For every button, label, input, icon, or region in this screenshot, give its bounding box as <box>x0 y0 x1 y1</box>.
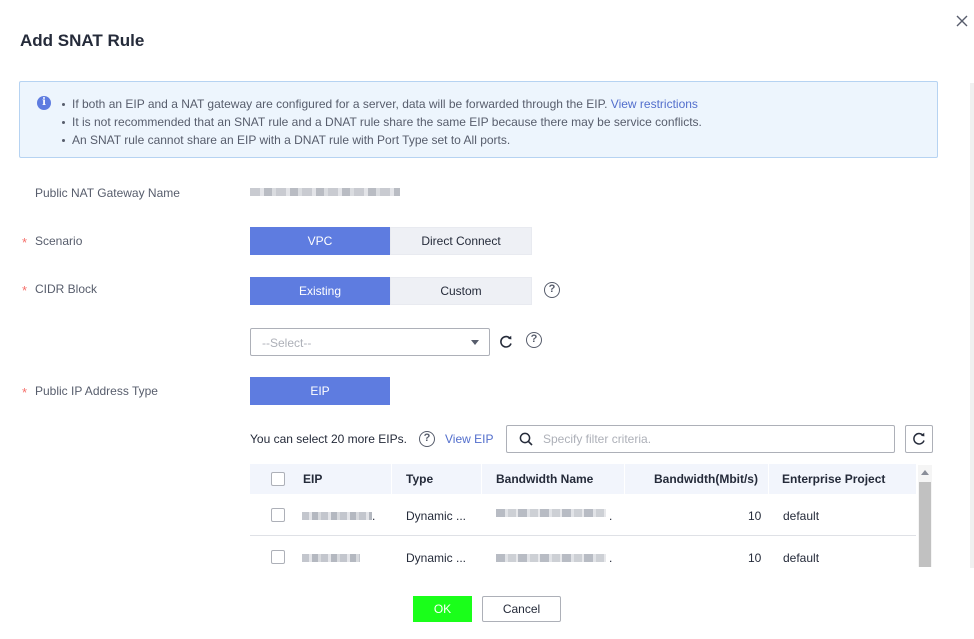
bandwidth-name-value <box>496 554 606 562</box>
required-mark: * <box>22 283 28 298</box>
scroll-up-arrow-icon[interactable] <box>921 470 929 475</box>
search-icon <box>519 432 533 446</box>
gateway-name-label: Public NAT Gateway Name <box>35 186 180 200</box>
bandwidth-value: 10 <box>748 509 762 523</box>
table-row[interactable]: Dynamic ... . 10 default <box>250 536 916 566</box>
column-header-type[interactable]: Type <box>406 472 433 486</box>
table-scrollbar[interactable] <box>918 465 932 567</box>
table-row[interactable]: . Dynamic ... . 10 default <box>250 494 916 536</box>
info-text: If both an EIP and a NAT gateway are con… <box>72 97 608 111</box>
table-header: EIP Type Bandwidth Name Bandwidth(Mbit/s… <box>250 464 916 494</box>
required-mark: * <box>22 385 28 400</box>
chevron-down-icon <box>471 340 479 345</box>
info-list: If both an EIP and a NAT gateway are con… <box>62 95 702 149</box>
refresh-icon <box>911 431 927 450</box>
enterprise-project-value: default <box>783 551 820 565</box>
info-item: If both an EIP and a NAT gateway are con… <box>62 95 702 113</box>
row-checkbox[interactable] <box>271 550 285 564</box>
public-ip-type-label: Public IP Address Type <box>35 384 158 398</box>
row-checkbox[interactable] <box>271 508 285 522</box>
dialog-title: Add SNAT Rule <box>20 31 145 50</box>
gateway-name-value <box>250 188 400 196</box>
eip-search-box[interactable] <box>506 425 895 453</box>
eip-address-value <box>302 554 360 562</box>
refresh-icon[interactable] <box>498 334 514 350</box>
table-refresh-button[interactable] <box>905 425 933 453</box>
cidr-custom-option[interactable]: Custom <box>390 277 532 305</box>
scenario-vpc-option[interactable]: VPC <box>250 227 390 255</box>
eip-count-text: You can select 20 more EIPs. <box>250 432 407 446</box>
bandwidth-name-value <box>496 509 606 517</box>
cidr-select[interactable]: --Select-- <box>250 328 490 356</box>
column-header-enterprise-project[interactable]: Enterprise Project <box>782 472 885 486</box>
eip-address-suffix: . <box>372 509 376 523</box>
cancel-button[interactable]: Cancel <box>482 596 561 622</box>
help-icon[interactable]: ? <box>544 282 560 298</box>
cidr-block-label: CIDR Block <box>35 282 98 296</box>
eip-type-value: Dynamic ... <box>406 509 467 523</box>
cidr-existing-option[interactable]: Existing <box>250 277 390 305</box>
bandwidth-name-suffix: . <box>609 551 613 565</box>
view-eip-link[interactable]: View EIP <box>445 432 493 446</box>
info-item: It is not recommended that an SNAT rule … <box>62 115 702 129</box>
required-mark: * <box>22 235 28 250</box>
eip-address-value <box>302 512 372 520</box>
bandwidth-value: 10 <box>748 551 762 565</box>
ok-button[interactable]: OK <box>413 596 472 622</box>
column-header-bandwidth[interactable]: Bandwidth(Mbit/s) <box>654 472 758 486</box>
scenario-direct-connect-option[interactable]: Direct Connect <box>390 227 532 255</box>
info-icon: i <box>37 96 51 110</box>
bandwidth-name-suffix: . <box>609 509 613 523</box>
info-alert: i If both an EIP and a NAT gateway are c… <box>19 81 938 158</box>
column-header-eip[interactable]: EIP <box>303 472 322 486</box>
column-header-bandwidth-name[interactable]: Bandwidth Name <box>496 472 593 486</box>
help-icon[interactable]: ? <box>526 332 542 348</box>
table-scroll-thumb[interactable] <box>919 482 931 567</box>
enterprise-project-value: default <box>783 509 820 523</box>
help-icon[interactable]: ? <box>419 431 435 447</box>
scenario-label: Scenario <box>35 234 83 248</box>
eip-table: EIP Type Bandwidth Name Bandwidth(Mbit/s… <box>250 464 916 566</box>
ip-type-eip-option[interactable]: EIP <box>250 377 390 405</box>
cidr-select-value: --Select-- <box>262 336 312 350</box>
info-item: An SNAT rule cannot share an EIP with a … <box>62 131 702 149</box>
select-all-checkbox[interactable] <box>271 472 285 486</box>
close-icon[interactable] <box>953 12 971 30</box>
dialog-scrollbar[interactable] <box>970 83 974 568</box>
eip-type-value: Dynamic ... <box>406 551 467 565</box>
view-restrictions-link[interactable]: View restrictions <box>611 97 698 111</box>
eip-search-input[interactable] <box>543 428 883 450</box>
